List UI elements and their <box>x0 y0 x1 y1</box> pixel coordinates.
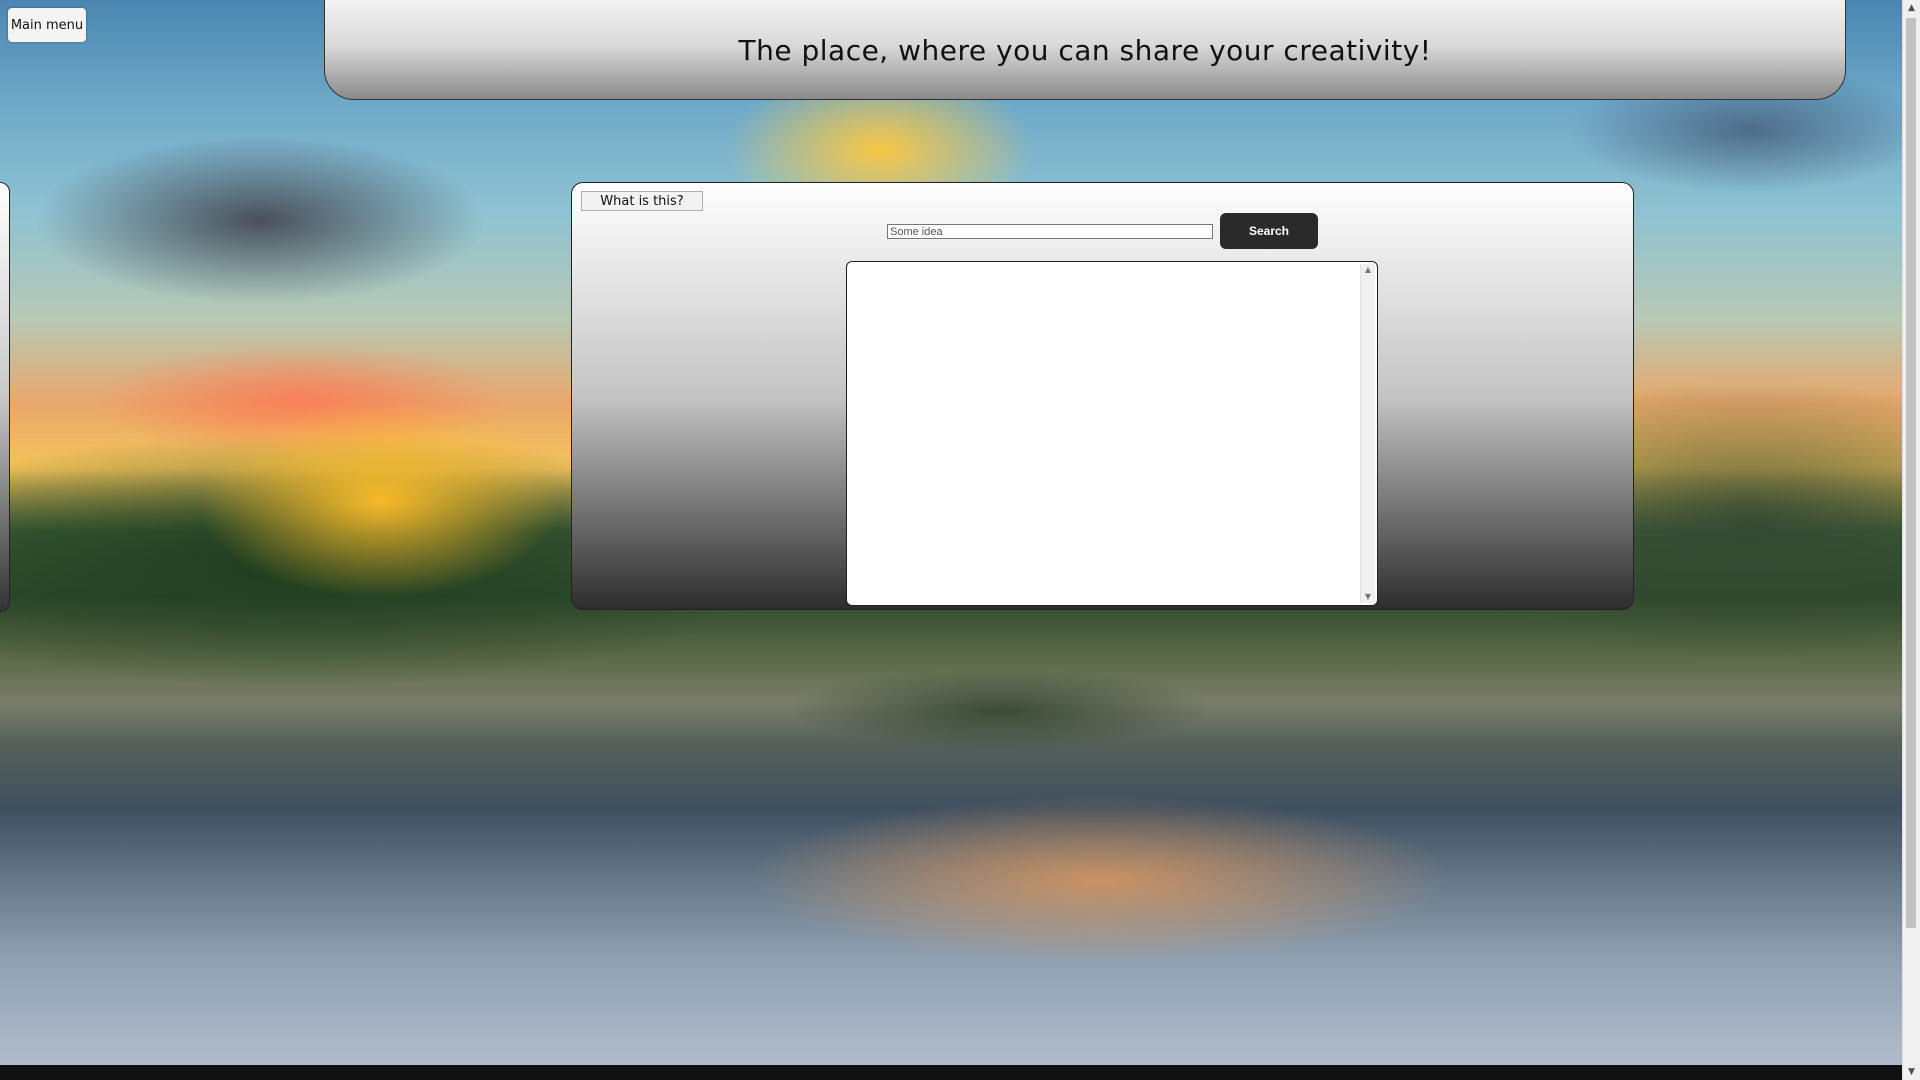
search-panel: What is this? Search ▲ ▼ <box>571 182 1634 610</box>
header-banner: The place, where you can share your crea… <box>324 0 1846 100</box>
search-input[interactable] <box>887 224 1213 239</box>
page-scroll-down-icon[interactable]: ▼ <box>1903 1064 1920 1080</box>
what-is-this-button[interactable]: What is this? <box>581 191 703 211</box>
page-viewport: The place, where you can share your crea… <box>0 0 1920 1080</box>
search-button[interactable]: Search <box>1220 213 1318 249</box>
main-menu-button[interactable]: Main menu <box>8 8 86 42</box>
bottom-bar <box>0 1065 1903 1080</box>
page-scrollbar[interactable]: ▲ ▼ <box>1902 0 1920 1080</box>
side-panel-collapsed[interactable] <box>0 182 10 612</box>
scroll-down-arrow-icon[interactable]: ▼ <box>1361 591 1375 603</box>
results-scrollbar[interactable]: ▲ ▼ <box>1360 264 1375 603</box>
page-scroll-up-icon[interactable]: ▲ <box>1903 0 1920 16</box>
results-list[interactable]: ▲ ▼ <box>846 261 1378 606</box>
page-title: The place, where you can share your crea… <box>738 33 1432 67</box>
page-scroll-thumb[interactable] <box>1906 18 1916 928</box>
scroll-up-arrow-icon[interactable]: ▲ <box>1361 264 1375 276</box>
